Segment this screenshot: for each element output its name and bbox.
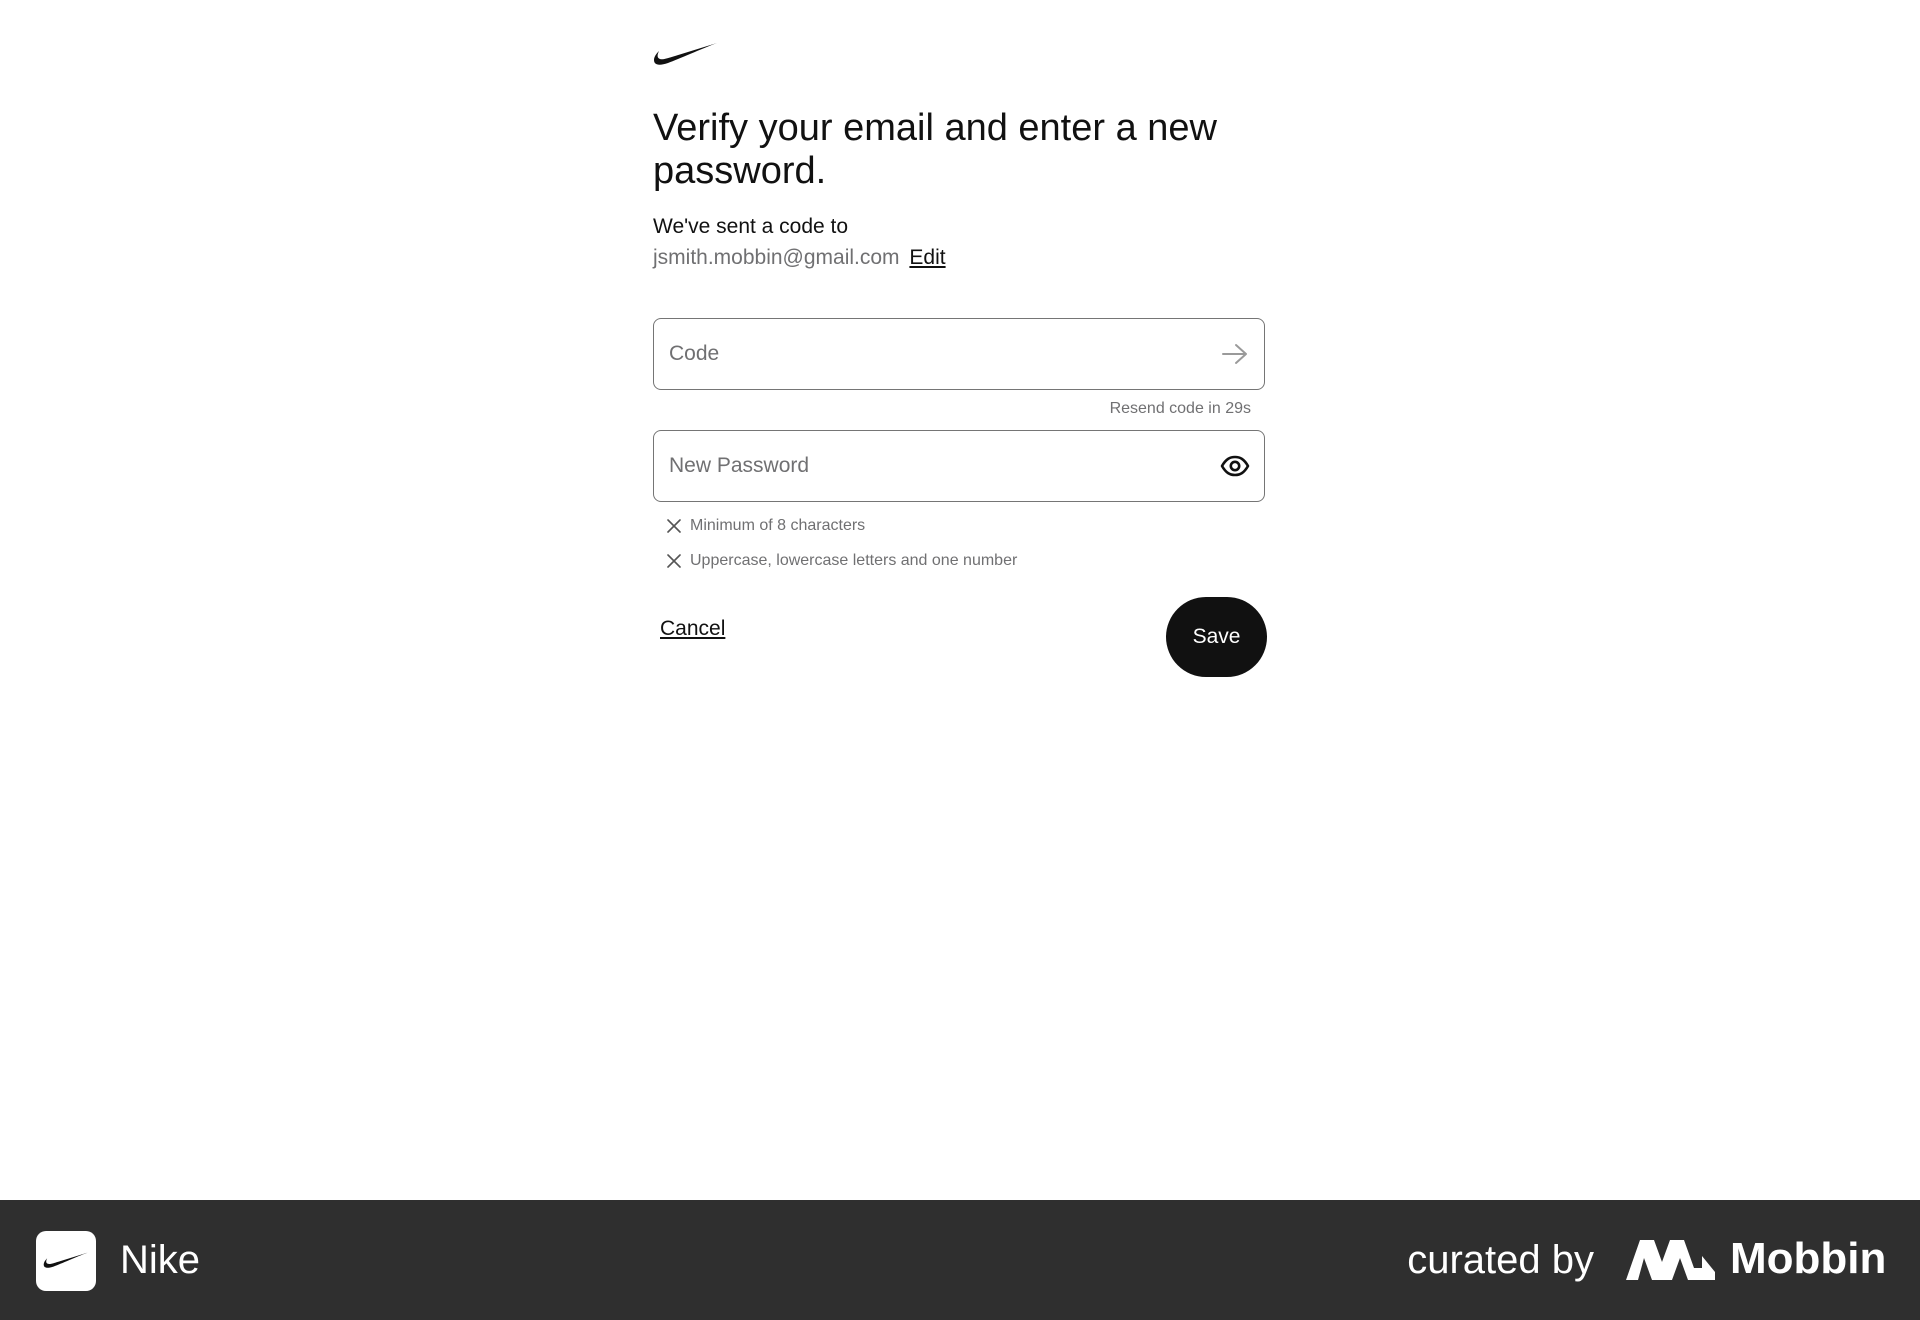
email-address: jsmith.mobbin@gmail.com [653, 246, 900, 269]
app-icon [36, 1231, 96, 1291]
page: Verify your email and enter a new passwo… [0, 0, 1920, 1320]
app-name: Nike [120, 1238, 201, 1282]
password-requirement: Uppercase, lowercase letters and one num… [667, 552, 1017, 570]
arrow-right-icon[interactable] [1220, 339, 1250, 369]
code-sent-message: We've sent a code to [653, 215, 849, 238]
code-input[interactable] [654, 319, 1199, 389]
password-requirement: Minimum of 8 characters [667, 517, 865, 535]
code-field [653, 318, 1265, 390]
eye-icon[interactable] [1220, 451, 1250, 481]
nike-swoosh-icon [654, 43, 717, 65]
new-password-field [653, 430, 1265, 502]
requirement-text: Uppercase, lowercase letters and one num… [690, 552, 1018, 569]
mobbin-logo-icon [1626, 1240, 1715, 1280]
footer-bar: Nike curated by Mobbin [0, 1200, 1920, 1320]
save-button[interactable]: Save [1166, 597, 1267, 677]
nike-swoosh-icon [43, 1252, 88, 1268]
cancel-button[interactable]: Cancel [660, 617, 725, 641]
mobbin-wordmark: Mobbin [1730, 1234, 1887, 1283]
email-row: jsmith.mobbin@gmail.com Edit [653, 245, 946, 271]
page-title: Verify your email and enter a new passwo… [653, 107, 1217, 192]
requirement-text: Minimum of 8 characters [690, 517, 866, 534]
curated-by-label: curated by [1407, 1238, 1594, 1282]
close-x-icon [667, 519, 681, 533]
resend-code-timer: Resend code in 29s [1109, 400, 1251, 417]
close-x-icon [667, 554, 681, 568]
new-password-input[interactable] [654, 431, 1199, 501]
edit-email-link[interactable]: Edit [909, 246, 945, 269]
